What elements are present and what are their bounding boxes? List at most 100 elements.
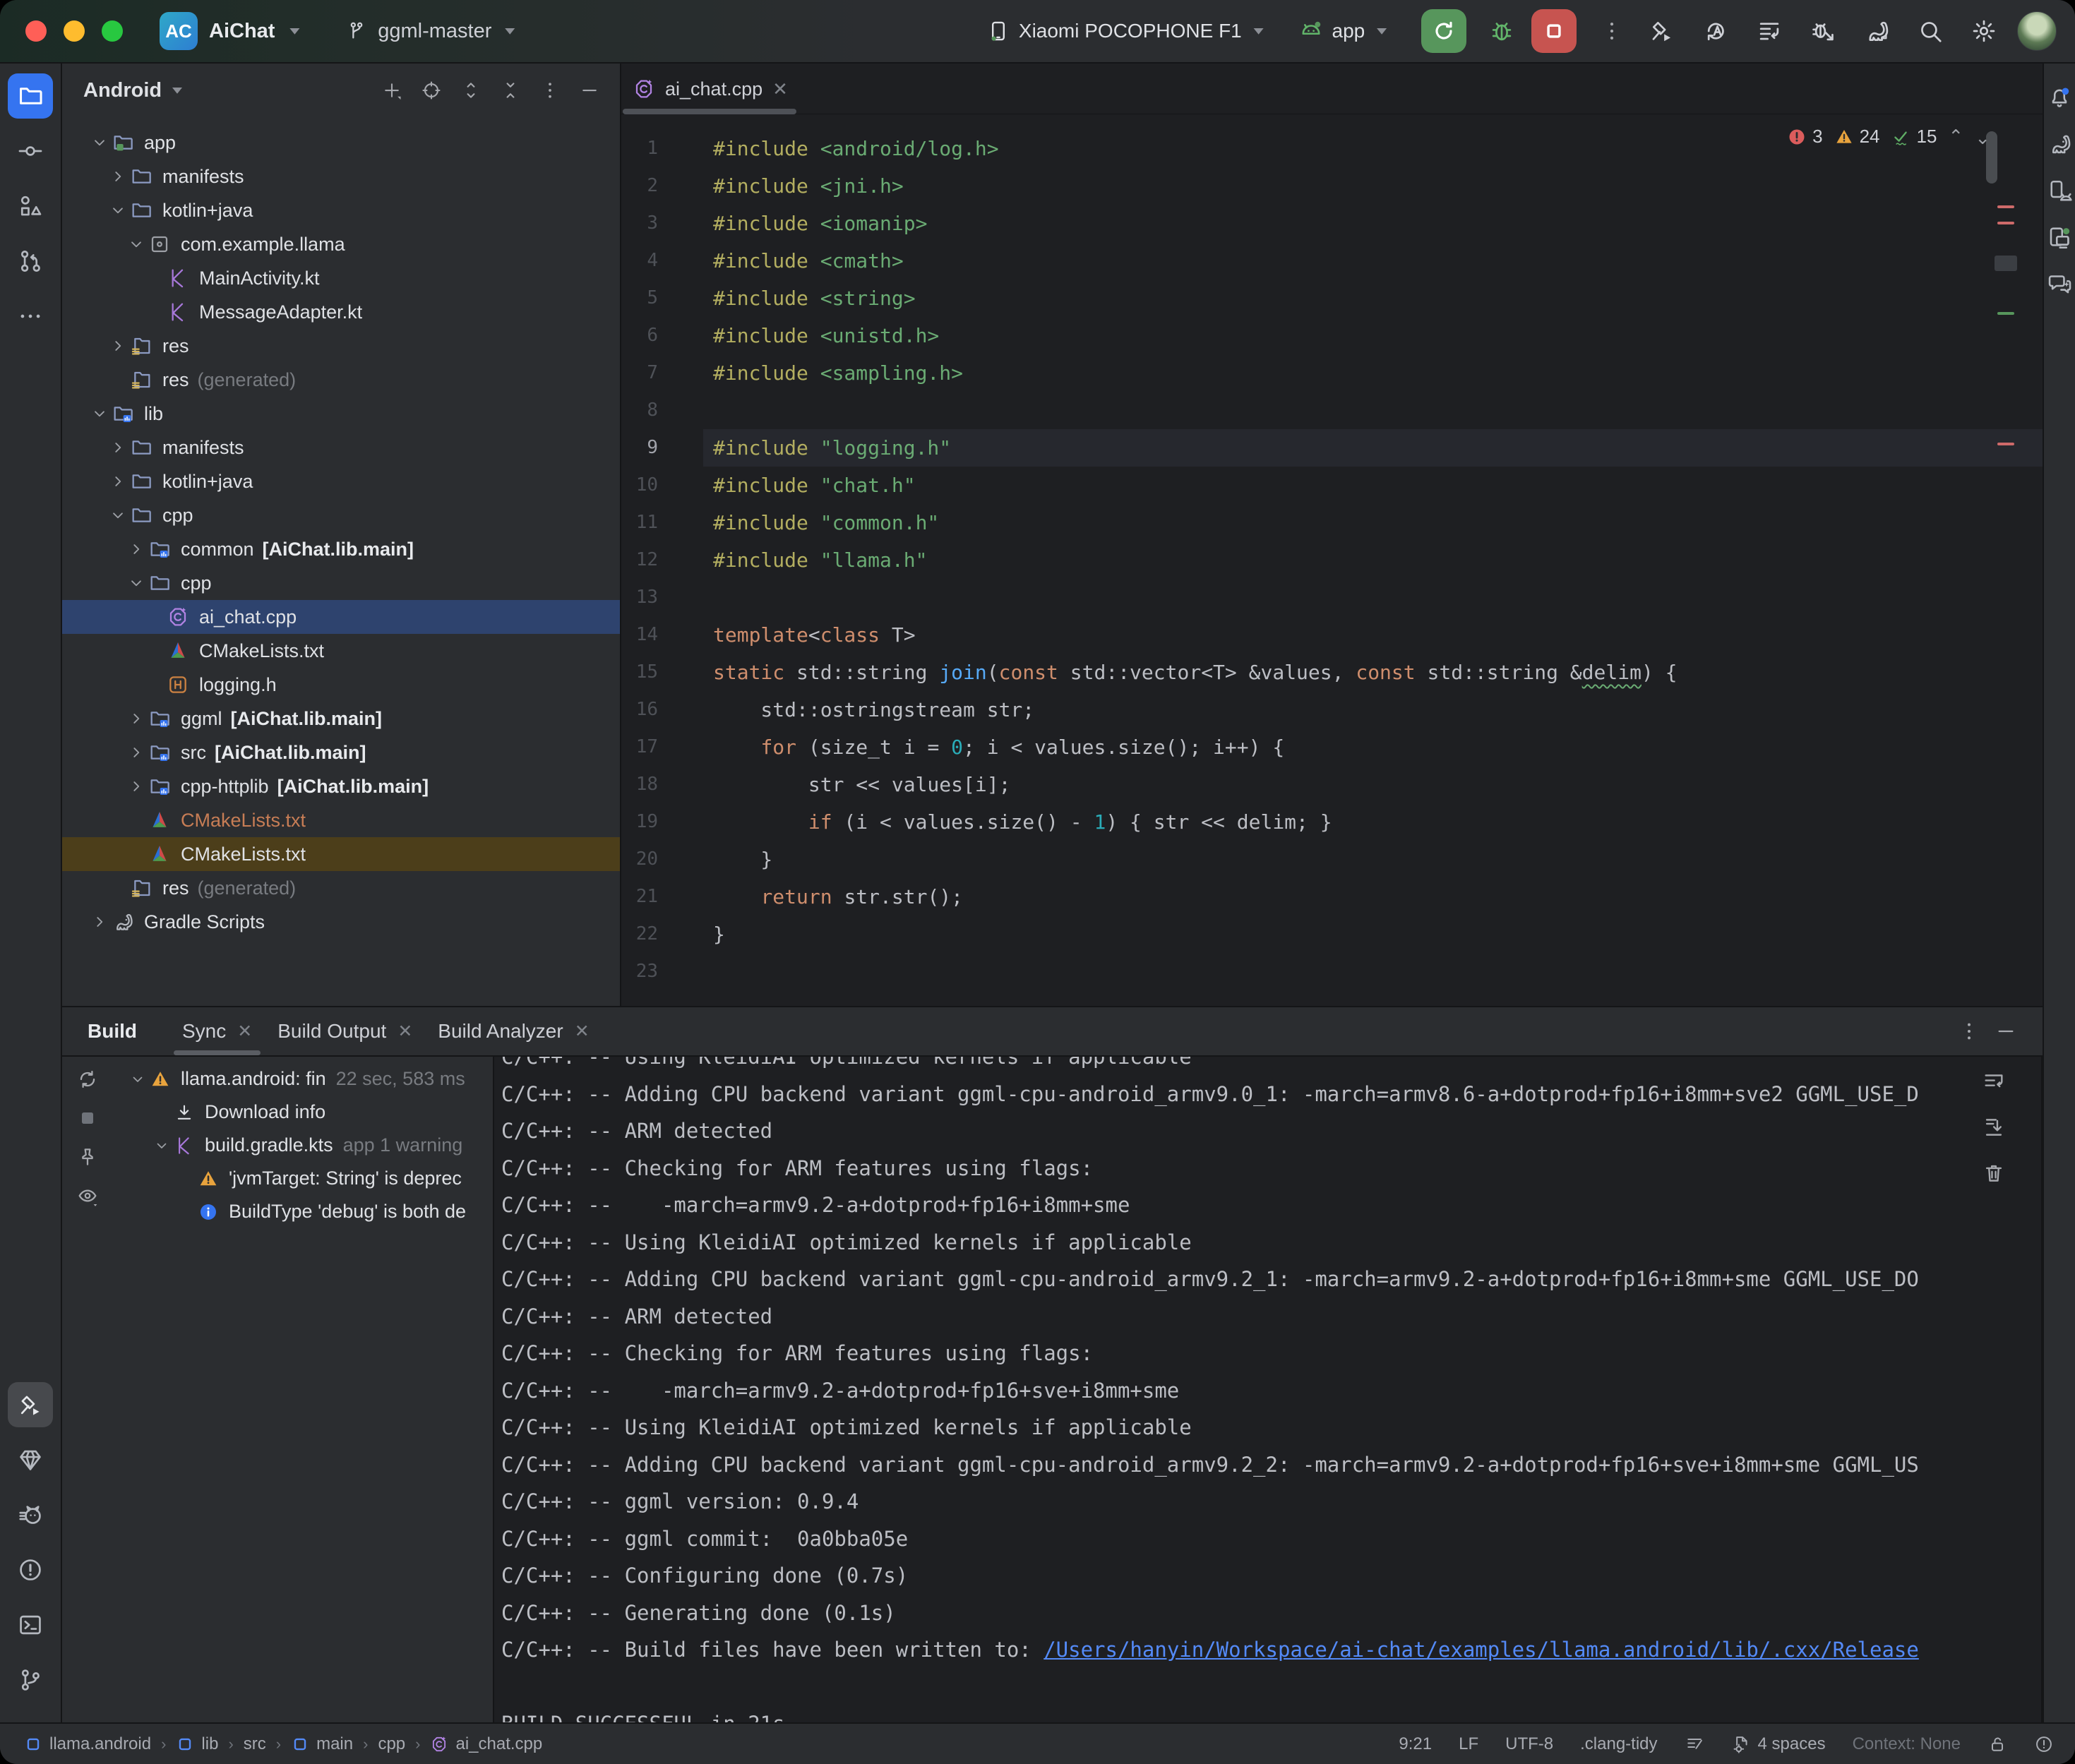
close-window-button[interactable] (25, 20, 47, 42)
tree-item[interactable]: cpp (62, 498, 620, 532)
tree-item[interactable]: CMakeLists.txt (62, 837, 620, 871)
chevron-down-icon[interactable] (124, 235, 148, 253)
build-button[interactable] (1642, 11, 1682, 52)
inspections-widget[interactable]: 3 24 15 ⌃ ⌃ (1787, 126, 1990, 148)
tree-item[interactable]: CMakeLists.txt (62, 634, 620, 668)
build-output-path-link[interactable]: /Users/hanyin/Workspace/ai-chat/examples… (1044, 1638, 1919, 1662)
console-soft-wrap-button[interactable] (1982, 1069, 2006, 1097)
tool-stripe-bell-button[interactable] (2044, 78, 2075, 117)
tree-item[interactable]: ggml[AiChat.lib.main] (62, 702, 620, 736)
error-stripe-mark[interactable] (1997, 222, 2014, 224)
tool-stripe-ai-assistant-button[interactable] (2044, 264, 2075, 304)
chevron-right-icon[interactable] (124, 777, 148, 796)
chevron-right-icon[interactable] (124, 743, 148, 762)
rerun-button[interactable] (1421, 9, 1466, 53)
chevron-down-icon[interactable] (88, 133, 112, 152)
build-tree-item[interactable]: BuildType 'debug' is both de (113, 1195, 493, 1228)
debug-button[interactable] (1482, 11, 1521, 51)
tree-item[interactable]: manifests (62, 160, 620, 193)
project-expand-button[interactable] (453, 73, 489, 108)
tool-stripe-build-hammer-button[interactable] (8, 1382, 53, 1427)
build-options-button[interactable] (1951, 1013, 1987, 1050)
tool-stripe-structure-button[interactable] (8, 184, 53, 229)
tool-stripe-terminal-button[interactable] (8, 1602, 53, 1648)
build-tab-build-analyzer[interactable]: Build Analyzer✕ (425, 1007, 602, 1055)
tool-stripe-problems-button[interactable] (8, 1547, 53, 1592)
build-stop-filled-button[interactable] (76, 1107, 99, 1133)
breadcrumb-item[interactable]: src (244, 1734, 266, 1754)
tool-stripe-device-manager-button[interactable] (2044, 171, 2075, 210)
status-caret-position[interactable]: 9:21 (1399, 1734, 1432, 1754)
tree-item[interactable]: MessageAdapter.kt (62, 295, 620, 329)
chevron-down-icon[interactable] (88, 404, 112, 423)
tree-item[interactable]: manifests (62, 431, 620, 464)
close-tab-icon[interactable]: ✕ (772, 78, 788, 100)
gradle-sync-button[interactable] (1856, 11, 1897, 52)
chevron-right-icon[interactable] (106, 472, 130, 491)
build-eye-button[interactable] (76, 1184, 99, 1211)
build-pin-button[interactable] (76, 1146, 99, 1172)
hide-build-panel-button[interactable] (1987, 1013, 2024, 1050)
breadcrumb-item[interactable]: ai_chat.cpp (430, 1734, 542, 1754)
status-ai-context[interactable]: Context: None (1853, 1734, 1961, 1754)
tool-stripe-pull-request-button[interactable] (8, 239, 53, 284)
console-trash-button[interactable] (1982, 1161, 2006, 1189)
tree-item[interactable]: res(generated) (62, 363, 620, 397)
build-tree-item[interactable]: build.gradle.ktsapp 1 warning (113, 1129, 493, 1162)
search-everywhere-button[interactable] (1910, 11, 1951, 52)
status-indentation[interactable]: 4 spaces (1731, 1734, 1826, 1754)
build-console[interactable]: C/C++: -- Using KleidiAI optimized kerne… (493, 1057, 1973, 1722)
avatar[interactable] (2017, 11, 2057, 51)
tree-item[interactable]: com.example.llama (62, 227, 620, 261)
tree-item[interactable]: cpp (62, 566, 620, 600)
build-tree-item[interactable]: 'jvmTarget: String' is deprec (113, 1162, 493, 1195)
chevron-right-icon[interactable] (88, 913, 112, 931)
tree-item[interactable]: kotlin+java (62, 193, 620, 227)
project-target-button[interactable] (414, 73, 449, 108)
error-stripe-mark[interactable] (1997, 205, 2014, 208)
tool-stripe-git-branch-button[interactable] (8, 1657, 53, 1703)
more-run-actions-button[interactable] (1592, 11, 1632, 51)
breadcrumb-item[interactable]: llama.android (24, 1734, 151, 1754)
tree-item[interactable]: CMakeLists.txt (62, 803, 620, 837)
prev-problem-icon[interactable]: ⌃ (1948, 126, 1963, 148)
project-view-selector[interactable]: Android (83, 79, 162, 102)
close-tab-icon[interactable]: ✕ (575, 1021, 590, 1042)
build-tab-build-output[interactable]: Build Output✕ (265, 1007, 425, 1055)
tool-stripe-gem-button[interactable] (8, 1437, 53, 1482)
chevron-down-icon[interactable] (126, 1071, 150, 1088)
chevron-down-icon[interactable] (150, 1137, 174, 1154)
tree-item[interactable]: logging.h (62, 668, 620, 702)
chevron-down-icon[interactable] (124, 574, 148, 592)
next-problem-icon[interactable]: ⌃ (1975, 126, 1990, 148)
breadcrumb-item[interactable]: main (291, 1734, 353, 1754)
tree-item[interactable]: Gradle Scripts (62, 905, 620, 939)
tree-item[interactable]: ai_chat.cpp (62, 600, 620, 634)
tool-stripe-gradle-button[interactable] (2044, 124, 2075, 164)
tool-stripe-commit-button[interactable] (8, 128, 53, 174)
project-widget[interactable]: AC AiChat ▼ (160, 12, 303, 50)
error-stripe-mark[interactable] (1997, 443, 2014, 445)
settings-button[interactable] (1963, 11, 2004, 52)
zoom-window-button[interactable] (102, 20, 123, 42)
status-file-lock[interactable] (1987, 1734, 2007, 1754)
tool-stripe-running-devices-button[interactable] (2044, 217, 2075, 257)
minimize-window-button[interactable] (64, 20, 85, 42)
build-tab-sync[interactable]: Sync✕ (169, 1007, 265, 1055)
editor-tab[interactable]: ai_chat.cpp ✕ (621, 64, 803, 114)
project-kebab-button[interactable] (532, 73, 568, 108)
build-refresh-button[interactable] (76, 1068, 99, 1094)
chevron-right-icon[interactable] (106, 438, 130, 457)
project-minus-button[interactable] (572, 73, 607, 108)
tool-stripe-more-h-button[interactable] (8, 294, 53, 339)
tree-item[interactable]: cpp-httplib[AiChat.lib.main] (62, 769, 620, 803)
run-configuration-selector[interactable]: app ▼ (1298, 18, 1390, 44)
reload-changes-button[interactable] (1749, 11, 1790, 52)
tree-item[interactable]: res(generated) (62, 871, 620, 905)
close-tab-icon[interactable]: ✕ (397, 1021, 412, 1042)
chevron-right-icon[interactable] (124, 540, 148, 558)
tree-item[interactable]: common[AiChat.lib.main] (62, 532, 620, 566)
apply-changes-restart-button[interactable] (1695, 11, 1736, 52)
chevron-down-icon[interactable] (106, 201, 130, 220)
breadcrumb-item[interactable]: cpp (378, 1734, 405, 1754)
